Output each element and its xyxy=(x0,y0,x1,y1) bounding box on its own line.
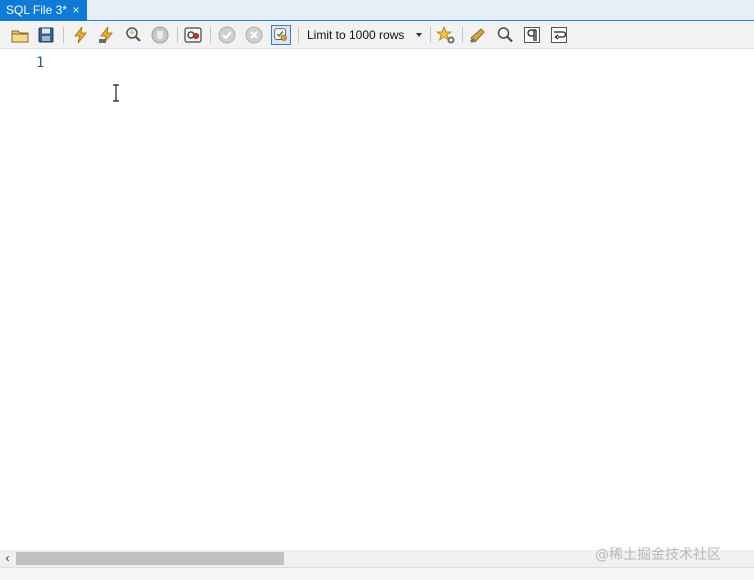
beautify-brush-icon[interactable] xyxy=(468,25,488,45)
watermark-text: @稀土掘金技术社区 xyxy=(595,547,721,563)
toolbar-separator xyxy=(63,27,64,43)
sql-editor-area[interactable]: 1 xyxy=(0,49,754,550)
status-bar xyxy=(0,567,754,580)
execute-lightning-icon[interactable] xyxy=(70,25,90,45)
editor-toolbar: Limit to 1000 rows xyxy=(0,22,754,49)
explain-magnifier-icon[interactable] xyxy=(123,25,143,45)
i-beam-cursor-icon xyxy=(110,84,122,102)
word-wrap-icon[interactable] xyxy=(549,25,569,45)
tab-label: SQL File 3* xyxy=(6,3,67,17)
tab-bar: SQL File 3* × xyxy=(0,0,754,21)
add-snippet-star-icon[interactable] xyxy=(436,25,456,45)
limit-rows-select[interactable]: Limit to 1000 rows xyxy=(304,26,426,44)
autocommit-toggle-icon[interactable] xyxy=(271,25,291,45)
toolbar-separator xyxy=(298,27,299,43)
toggle-continue-on-error-icon[interactable] xyxy=(183,25,203,45)
stop-hand-icon[interactable] xyxy=(150,25,170,45)
toolbar-separator xyxy=(177,27,178,43)
commit-check-icon[interactable] xyxy=(217,25,237,45)
save-icon[interactable] xyxy=(36,25,56,45)
toolbar-separator xyxy=(210,27,211,43)
limit-rows-value: Limit to 1000 rows xyxy=(307,28,405,42)
tab-sql-file[interactable]: SQL File 3* × xyxy=(0,0,87,21)
close-icon[interactable]: × xyxy=(70,3,82,17)
sql-editor-window: SQL File 3* × Limit to 1000 rows 1 ‹ @稀土… xyxy=(0,0,754,580)
line-number: 1 xyxy=(36,55,45,71)
execute-current-statement-icon[interactable] xyxy=(96,25,116,45)
dropdown-arrow-icon xyxy=(416,33,422,37)
open-folder-icon[interactable] xyxy=(10,25,30,45)
toolbar-separator xyxy=(430,27,431,43)
scrollbar-thumb[interactable] xyxy=(16,552,284,565)
scroll-left-arrow-icon[interactable]: ‹ xyxy=(0,550,15,567)
invisible-chars-pilcrow-icon[interactable] xyxy=(522,25,542,45)
find-magnifier-icon[interactable] xyxy=(495,25,515,45)
toolbar-separator xyxy=(462,27,463,43)
rollback-x-icon[interactable] xyxy=(244,25,264,45)
